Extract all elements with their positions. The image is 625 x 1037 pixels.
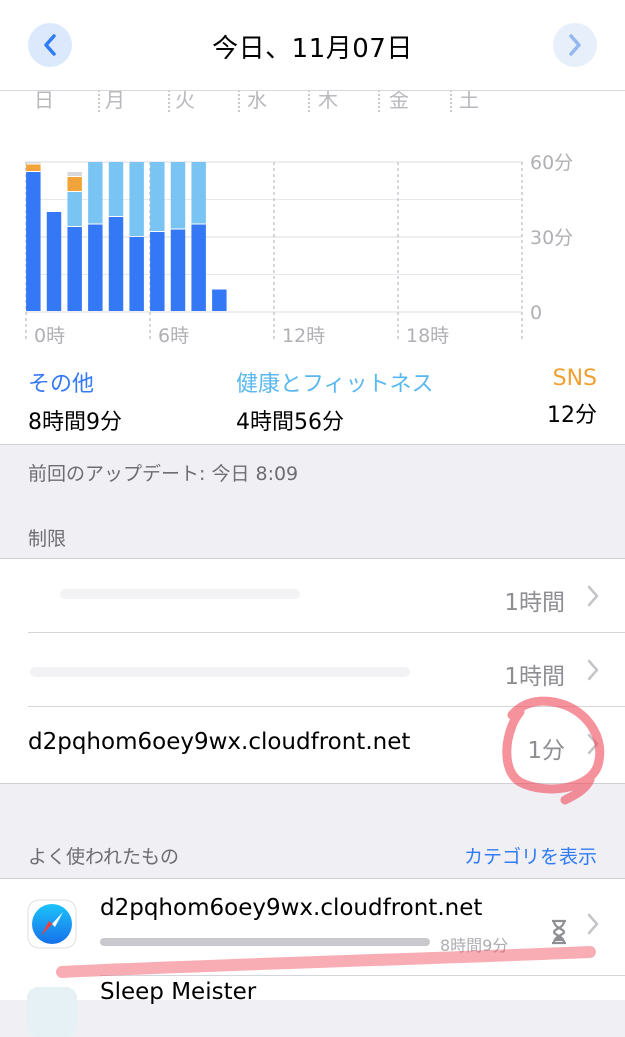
chart-bar — [150, 162, 165, 231]
limit-row[interactable]: 1時間 — [0, 559, 625, 633]
app-name[interactable]: Sleep Meister — [100, 979, 256, 1005]
legend-other-name: その他 — [28, 372, 95, 397]
chart-bar — [212, 289, 227, 311]
most-used-list: d2pqhom6oey9wx.cloudfront.net 8時間9分 Slee… — [0, 878, 625, 1037]
chart-bar — [26, 172, 41, 311]
limit-value: 1分 — [527, 738, 565, 764]
legend-sns-value: 12分 — [547, 403, 597, 428]
limit-value: 1時間 — [504, 590, 565, 616]
most-used-header: よく使われたもの — [28, 846, 180, 868]
chart-bar — [26, 162, 41, 164]
chart-bar — [67, 177, 82, 191]
chart-bar — [67, 192, 82, 226]
show-categories-link[interactable]: カテゴリを表示 — [464, 842, 597, 869]
chart-bar — [46, 212, 62, 311]
chart-bar — [88, 162, 103, 224]
chart-bar — [67, 172, 82, 176]
legend-sns-name: SNS — [552, 366, 597, 391]
chevron-right-icon — [587, 733, 599, 755]
usage-chart-card: 日 月 火 水 木 金 土 0時 6時 12時 18時 60分 30分 0 その他 8時間9… — [0, 90, 625, 445]
chart-bar — [150, 232, 165, 311]
chart-bar — [129, 237, 144, 311]
y-tick-label: 60分 — [530, 152, 573, 174]
limit-value: 1時間 — [504, 664, 565, 690]
chart-bar — [129, 162, 144, 236]
y-tick-label: 30分 — [530, 227, 573, 249]
chart-bar — [108, 217, 124, 311]
legend-fitness: 健康とフィットネス 4時間56分 — [236, 366, 434, 436]
legend-sns: SNS 12分 — [547, 366, 597, 429]
limits-list: 1時間 1時間 d2pqhom6oey9wx.cloudfront.net 1分 — [0, 558, 625, 784]
limit-row[interactable]: 1時間 — [0, 633, 625, 707]
usage-progress-fill — [100, 938, 430, 946]
legend-fitness-name: 健康とフィットネス — [236, 372, 434, 397]
usage-progress — [100, 938, 430, 946]
last-update-text: 前回のアップデート: 今日 8:09 — [28, 463, 299, 485]
legend-other: その他 8時間9分 — [28, 366, 122, 436]
row-divider — [100, 975, 625, 976]
limit-row[interactable]: d2pqhom6oey9wx.cloudfront.net 1分 — [0, 707, 625, 781]
chart-bar — [191, 224, 206, 311]
app-name[interactable]: d2pqhom6oey9wx.cloudfront.net — [100, 895, 482, 921]
x-tick-label: 12時 — [282, 325, 325, 347]
chart-bar — [108, 162, 124, 216]
hourglass-icon — [552, 919, 566, 945]
limits-section-header: 制限 — [28, 528, 67, 550]
app-icon — [27, 987, 77, 1037]
app-usage-time: 8時間9分 — [440, 936, 509, 955]
chevron-right-icon — [587, 913, 599, 935]
limit-name: d2pqhom6oey9wx.cloudfront.net — [28, 729, 411, 755]
chevron-right-icon — [569, 34, 581, 56]
chart-bar — [88, 224, 103, 311]
x-tick-label: 6時 — [158, 325, 189, 347]
chevron-right-icon — [587, 585, 599, 607]
chart-bar — [170, 229, 186, 311]
chart-bar — [191, 162, 206, 224]
page-title: 今日、11月07日 — [212, 34, 413, 64]
legend-fitness-value: 4時間56分 — [236, 410, 344, 435]
chart-bar — [26, 164, 41, 171]
safari-compass-icon — [27, 899, 77, 949]
navigation-bar: 今日、11月07日 — [0, 0, 625, 91]
y-tick-label: 0 — [530, 302, 542, 324]
chart-bar — [170, 162, 186, 229]
chart-bar — [67, 227, 82, 311]
redacted-name — [60, 589, 300, 599]
next-day-button[interactable] — [553, 23, 597, 67]
legend-other-value: 8時間9分 — [28, 410, 122, 435]
chevron-right-icon — [587, 659, 599, 681]
hourly-usage-chart[interactable]: 0時 6時 12時 18時 60分 30分 0 — [0, 90, 625, 350]
x-tick-label: 18時 — [406, 325, 449, 347]
x-tick-label: 0時 — [34, 325, 65, 347]
redacted-name — [30, 667, 410, 677]
